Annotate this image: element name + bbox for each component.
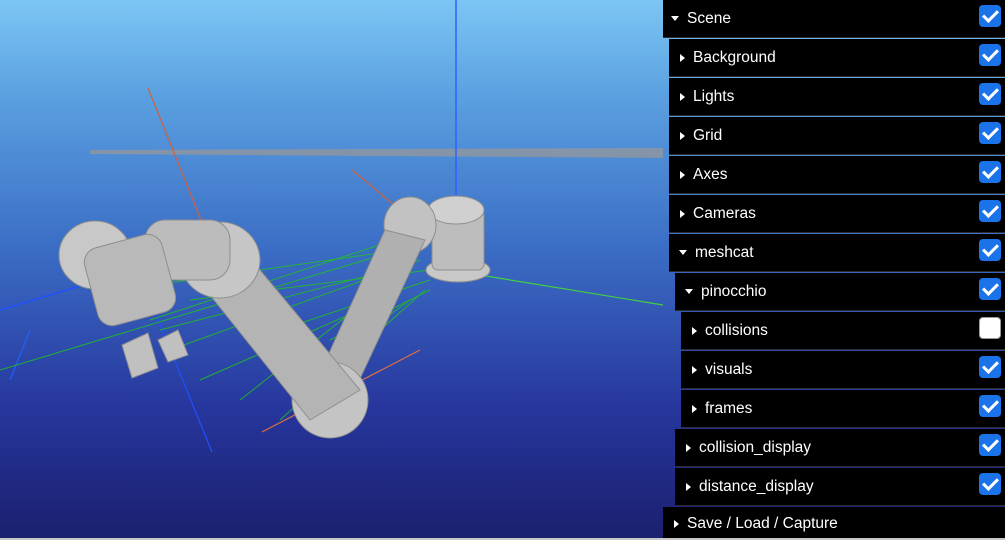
axis-line xyxy=(479,274,664,306)
tree-item-label: Cameras xyxy=(693,204,756,222)
axis-line xyxy=(9,329,31,381)
tree-item-label: Grid xyxy=(693,126,723,144)
tree-item-label: frames xyxy=(705,399,753,417)
visibility-checkbox[interactable] xyxy=(979,44,1001,66)
tree-item-label: Save / Load / Capture xyxy=(687,514,838,532)
chevron-right-icon[interactable] xyxy=(680,209,685,218)
axis-line xyxy=(149,299,213,453)
tree-item-meshcat[interactable]: meshcat xyxy=(669,234,1005,272)
visibility-checkbox[interactable] xyxy=(979,317,1001,339)
tree-item-lights[interactable]: Lights xyxy=(669,78,1005,116)
tree-item-distance-display[interactable]: distance_display xyxy=(675,468,1005,506)
chevron-down-icon[interactable] xyxy=(685,289,693,294)
chevron-down-icon[interactable] xyxy=(679,250,687,255)
chevron-right-icon[interactable] xyxy=(692,326,697,335)
tree-item-label: Axes xyxy=(693,165,728,183)
chevron-right-icon[interactable] xyxy=(680,53,685,62)
tree-item-label: collisions xyxy=(705,321,768,339)
tree-item-grid[interactable]: Grid xyxy=(669,117,1005,155)
chevron-right-icon[interactable] xyxy=(692,404,697,413)
tree-item-label: pinocchio xyxy=(701,282,767,300)
chevron-right-icon[interactable] xyxy=(680,92,685,101)
tree-item-collision-display[interactable]: collision_display xyxy=(675,429,1005,467)
robot-arm xyxy=(58,195,491,439)
tree-item-save-load-capture[interactable]: Save / Load / Capture xyxy=(663,507,1005,540)
visibility-checkbox[interactable] xyxy=(979,122,1001,144)
controls-panel: Scene Background Lights Grid Axes Camera… xyxy=(663,0,1005,540)
tree-item-label: distance_display xyxy=(699,477,814,495)
visibility-checkbox[interactable] xyxy=(979,434,1001,456)
chevron-right-icon[interactable] xyxy=(674,519,679,528)
tree-item-label: Lights xyxy=(693,87,735,105)
tree-item-label: collision_display xyxy=(699,438,812,456)
tree-item-label: Scene xyxy=(687,9,731,27)
chevron-right-icon[interactable] xyxy=(680,131,685,140)
chevron-right-icon[interactable] xyxy=(686,443,691,452)
visibility-checkbox[interactable] xyxy=(979,473,1001,495)
visibility-checkbox[interactable] xyxy=(979,83,1001,105)
tree-item-label: visuals xyxy=(705,360,753,378)
visibility-checkbox[interactable] xyxy=(979,395,1001,417)
tree-item-frames[interactable]: frames xyxy=(681,390,1005,428)
tree-item-background[interactable]: Background xyxy=(669,39,1005,77)
chevron-right-icon[interactable] xyxy=(686,482,691,491)
tree-item-pinocchio[interactable]: pinocchio xyxy=(675,273,1005,311)
axis-x-line xyxy=(147,87,206,231)
visibility-checkbox[interactable] xyxy=(979,239,1001,261)
tree-item-visuals[interactable]: visuals xyxy=(681,351,1005,389)
chevron-down-icon[interactable] xyxy=(671,16,679,21)
tree-item-cameras[interactable]: Cameras xyxy=(669,195,1005,233)
visibility-checkbox[interactable] xyxy=(979,161,1001,183)
visibility-checkbox[interactable] xyxy=(979,200,1001,222)
tree-item-label: meshcat xyxy=(695,243,754,261)
visibility-checkbox[interactable] xyxy=(979,5,1001,27)
chevron-right-icon[interactable] xyxy=(692,365,697,374)
chevron-right-icon[interactable] xyxy=(680,170,685,179)
tree-item-axes[interactable]: Axes xyxy=(669,156,1005,194)
tree-item-collisions[interactable]: collisions xyxy=(681,312,1005,350)
visibility-checkbox[interactable] xyxy=(979,356,1001,378)
tree-item-scene[interactable]: Scene xyxy=(663,0,1005,38)
tree-item-label: Background xyxy=(693,48,776,66)
visibility-checkbox[interactable] xyxy=(979,278,1001,300)
